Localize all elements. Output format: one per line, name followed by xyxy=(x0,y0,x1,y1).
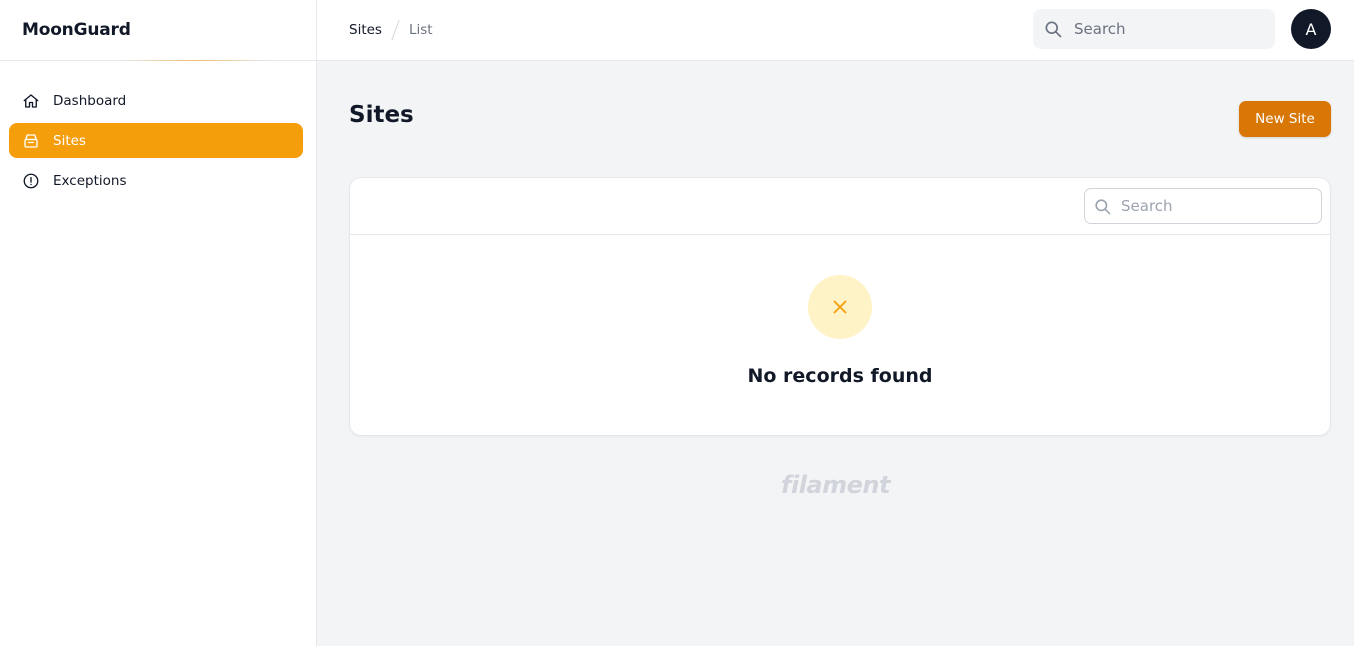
x-icon xyxy=(808,275,872,339)
search-icon xyxy=(1043,19,1063,39)
breadcrumb: Sites List xyxy=(317,20,433,40)
filament-logo[interactable]: filament xyxy=(317,471,1354,499)
breadcrumb-separator xyxy=(391,20,400,40)
empty-state: No records found xyxy=(350,275,1330,387)
empty-state-message: No records found xyxy=(747,365,933,387)
brand-header: MoonGuard xyxy=(0,0,316,61)
table-search[interactable] xyxy=(1084,188,1322,224)
new-site-button[interactable]: New Site xyxy=(1239,101,1331,137)
global-search-input[interactable] xyxy=(1074,20,1254,38)
sidebar-item-dashboard[interactable]: Dashboard xyxy=(9,83,303,118)
exclamation-circle-icon xyxy=(22,172,40,190)
app-root: MoonGuard Dashboard Sites Exceptions Sit… xyxy=(0,0,1354,646)
breadcrumb-list-link[interactable]: List xyxy=(409,22,433,38)
sites-table: No records found xyxy=(349,177,1331,436)
sidebar-item-label: Exceptions xyxy=(53,172,127,189)
user-avatar[interactable]: A xyxy=(1291,9,1331,49)
home-icon xyxy=(22,92,40,110)
brand-accent-line xyxy=(120,60,270,61)
page-title: Sites xyxy=(349,102,414,128)
brand-logo-text[interactable]: MoonGuard xyxy=(22,20,131,40)
sidebar-item-label: Sites xyxy=(53,132,86,149)
main-content: Sites New Site N xyxy=(317,61,1354,646)
search-icon xyxy=(1093,197,1112,216)
topbar: Sites List A xyxy=(317,0,1354,61)
table-search-input[interactable] xyxy=(1121,197,1311,215)
table-toolbar xyxy=(350,178,1330,235)
global-search[interactable] xyxy=(1033,9,1275,49)
sidebar-item-sites[interactable]: Sites xyxy=(9,123,303,158)
sidebar: MoonGuard Dashboard Sites Exceptions xyxy=(0,0,317,646)
sidebar-item-exceptions[interactable]: Exceptions xyxy=(9,163,303,198)
archive-icon xyxy=(22,132,40,150)
sidebar-item-label: Dashboard xyxy=(53,92,127,109)
breadcrumb-sites-link[interactable]: Sites xyxy=(349,22,382,38)
sidebar-nav: Dashboard Sites Exceptions xyxy=(0,61,316,198)
